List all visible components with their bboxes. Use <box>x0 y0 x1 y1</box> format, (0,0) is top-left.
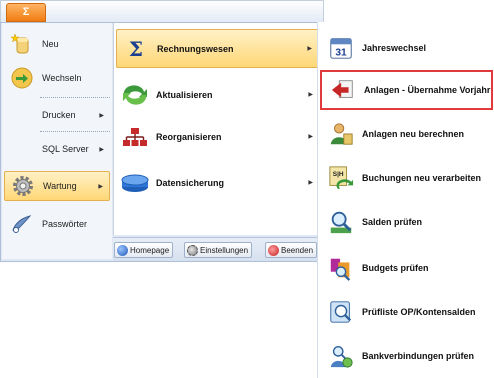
menu-item-budgets-pruefen[interactable]: Budgets prüfen <box>320 248 493 288</box>
hierarchy-icon <box>123 127 147 146</box>
left-menu: Neu Wechseln Drucken ▶ SQL Server ▶ Wart… <box>2 23 112 259</box>
bank-check-icon <box>326 342 356 370</box>
submenu-rechnungswesen: 31 Jahreswechsel Anlagen - Übernahme Vor… <box>317 22 494 378</box>
submenu-arrow-icon: ▶ <box>98 183 103 190</box>
beenden-button[interactable]: Beenden <box>265 242 318 258</box>
person-calc-icon <box>326 120 356 148</box>
menu-item-label: Jahreswechsel <box>362 43 427 53</box>
menu-item-wechseln[interactable]: Wechseln <box>4 63 110 93</box>
menu-item-jahreswechsel[interactable]: 31 Jahreswechsel <box>320 28 493 68</box>
homepage-label: Homepage <box>130 245 170 255</box>
refresh-icon <box>123 84 147 105</box>
menu-item-label: Wechseln <box>42 73 82 83</box>
menu-item-label: Salden prüfen <box>362 217 423 227</box>
submenu-arrow-icon: ▶ <box>99 112 104 119</box>
submenu-arrow-icon: ▶ <box>99 146 104 153</box>
menu-item-salden-pruefen[interactable]: Salden prüfen <box>320 202 493 242</box>
einstellungen-label: Einstellungen <box>200 245 249 255</box>
menu-item-neu[interactable]: Neu <box>4 29 110 59</box>
magnifier-icon <box>326 208 356 236</box>
menu-item-label: Anlagen neu berechnen <box>362 129 465 139</box>
exit-icon <box>268 244 279 256</box>
menu-divider <box>40 131 110 132</box>
menu-item-buchungen-neu-verarbeiten[interactable]: S|H Buchungen neu verarbeiten <box>320 158 493 198</box>
checklist-icon <box>326 298 356 326</box>
key-icon <box>12 215 32 233</box>
menu-item-label: Neu <box>42 39 59 49</box>
menu-item-label: Buchungen neu verarbeiten <box>362 173 482 183</box>
submenu-arrow-icon: ▶ <box>308 134 313 140</box>
menu-item-sql-server[interactable]: SQL Server ▶ <box>4 137 110 161</box>
submenu-arrow-icon: ▶ <box>308 180 313 186</box>
menu-item-label: Anlagen - Übernahme Vorjahr <box>364 85 491 95</box>
menu-item-pruefliste-op-kontensalden[interactable]: Prüfliste OP/Kontensalden <box>320 292 493 332</box>
beenden-label: Beenden <box>281 245 314 255</box>
budget-icon <box>326 254 356 282</box>
calendar-day-text: 31 <box>335 47 347 58</box>
gear-icon <box>13 176 33 196</box>
menu-item-label: Prüfliste OP/Kontensalden <box>362 307 476 317</box>
einstellungen-button[interactable]: Einstellungen <box>184 242 253 258</box>
menu-footer: Homepage Einstellungen Beenden <box>113 237 323 261</box>
menu-item-label: Budgets prüfen <box>362 263 429 273</box>
menu-item-label: Rechnungswesen <box>157 43 234 54</box>
menu-item-anlagen-neu-berechnen[interactable]: Anlagen neu berechnen <box>320 114 493 154</box>
menu-item-passwoerter[interactable]: Passwörter <box>4 209 110 239</box>
menu-item-reorganisieren[interactable]: Reorganisieren ▶ <box>116 117 321 156</box>
menu-item-datensicherung[interactable]: Datensicherung ▶ <box>116 163 321 202</box>
sigma-icon: Σ <box>128 36 144 61</box>
menu-item-anlagen-uebernahme-vorjahr[interactable]: Anlagen - Übernahme Vorjahr <box>320 70 493 110</box>
submenu-arrow-icon: ▶ <box>307 46 312 52</box>
ribbon-strip: Σ <box>0 0 324 22</box>
homepage-button[interactable]: Homepage <box>114 242 174 258</box>
globe-icon <box>117 244 128 256</box>
calendar-icon: 31 <box>326 34 356 62</box>
menu-item-bankverbindungen-pruefen[interactable]: Bankverbindungen prüfen <box>320 336 493 376</box>
application-menu-button[interactable]: Σ <box>6 3 46 22</box>
menu-item-label: Passwörter <box>42 219 88 229</box>
ledger-icon: S|H <box>326 164 356 192</box>
new-document-icon <box>10 33 29 54</box>
settings-gear-icon <box>187 244 198 256</box>
menu-item-drucken[interactable]: Drucken ▶ <box>4 103 110 127</box>
submenu-wartung: Σ Rechnungswesen ▶ Aktualisieren ▶ Reorg… <box>113 23 323 235</box>
menu-item-label: SQL Server <box>42 144 89 154</box>
menu-item-label: Datensicherung <box>156 177 225 188</box>
arrow-import-icon <box>328 76 358 104</box>
menu-item-wartung[interactable]: Wartung ▶ <box>4 171 110 201</box>
menu-item-rechnungswesen[interactable]: Σ Rechnungswesen ▶ <box>116 29 321 68</box>
menu-item-label: Wartung <box>43 181 77 191</box>
database-icon <box>121 174 149 192</box>
menu-divider <box>40 97 110 98</box>
empty-icon-slot <box>10 137 34 161</box>
menu-item-label: Bankverbindungen prüfen <box>362 351 475 361</box>
menu-item-label: Aktualisieren <box>156 89 213 100</box>
menu-item-label: Reorganisieren <box>156 131 222 142</box>
menu-item-aktualisieren[interactable]: Aktualisieren ▶ <box>116 75 321 114</box>
switch-icon <box>11 67 33 89</box>
submenu-arrow-icon: ▶ <box>308 92 313 98</box>
menu-item-label: Drucken <box>42 110 76 120</box>
ledger-label-text: S|H <box>333 171 344 178</box>
application-menu: Neu Wechseln Drucken ▶ SQL Server ▶ Wart… <box>0 22 324 262</box>
empty-icon-slot <box>10 103 34 127</box>
